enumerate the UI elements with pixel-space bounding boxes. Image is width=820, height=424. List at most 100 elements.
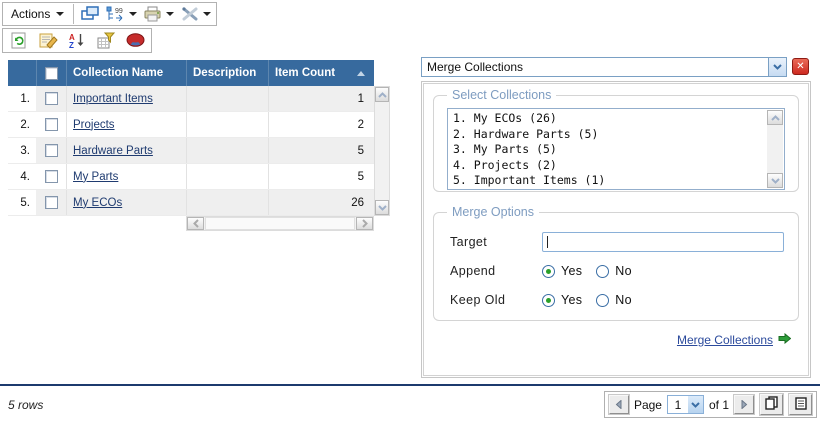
main-toolbar: Actions 99 [2, 2, 217, 26]
target-input[interactable] [542, 232, 784, 252]
listbox-item[interactable]: 1. My ECOs (26) [453, 111, 762, 127]
close-icon[interactable]: ✕ [792, 58, 809, 75]
page-number-select[interactable]: 1 [667, 395, 704, 414]
yes-label: Yes [561, 293, 582, 307]
numbered-hierarchy-icon: 99 [106, 5, 126, 23]
printer-icon [143, 5, 163, 23]
chevron-down-icon [56, 12, 64, 16]
tools-button[interactable] [180, 5, 211, 23]
collections-listbox[interactable]: 1. My ECOs (26) 2. Hardware Parts (5) 3.… [447, 108, 785, 190]
merge-collections-link[interactable]: Merge Collections [677, 333, 773, 347]
item-count-cell: 5 [268, 164, 374, 189]
sort-icon[interactable]: AZ [67, 32, 87, 50]
previous-page-button[interactable] [609, 395, 629, 414]
new-window-icon[interactable] [80, 5, 100, 23]
refresh-icon[interactable] [9, 32, 29, 50]
green-arrow-right-icon [778, 333, 791, 347]
row-checkbox[interactable] [45, 118, 58, 131]
collection-name-link[interactable]: My ECOs [73, 197, 122, 209]
target-row: Target [450, 232, 784, 252]
collections-table: Collection Name Description Item Count 1… [8, 60, 390, 216]
page-label: Page [634, 398, 662, 412]
collection-name-header[interactable]: Collection Name [66, 60, 186, 86]
page-total-label: of 1 [709, 398, 729, 412]
table-header-row: Collection Name Description Item Count [8, 60, 374, 86]
yes-label: Yes [561, 264, 582, 278]
panel-title: Merge Collections [422, 60, 768, 74]
row-number: 3. [8, 138, 36, 163]
append-yes-radio[interactable] [542, 265, 555, 278]
collection-name-link[interactable]: Hardware Parts [73, 145, 153, 157]
description-header[interactable]: Description [186, 60, 268, 86]
collection-name-link[interactable]: My Parts [73, 171, 118, 183]
document-icon [795, 397, 807, 413]
collection-name-link[interactable]: Projects [73, 119, 115, 131]
item-count-cell: 1 [268, 86, 374, 111]
filter-icon[interactable] [96, 32, 116, 50]
listbox-item[interactable]: 5. Important Items (1) [453, 173, 762, 189]
svg-text:99: 99 [115, 8, 123, 15]
pagination-bar: Page 1 of 1 [604, 391, 817, 418]
print-button[interactable] [143, 5, 174, 23]
scroll-up-icon[interactable] [375, 87, 389, 102]
multi-pane-view-button[interactable] [760, 394, 783, 415]
append-label: Append [450, 264, 542, 278]
sort-ascending-icon [357, 71, 365, 76]
panel-mode-select[interactable]: Merge Collections [421, 57, 787, 77]
bulk-change-button[interactable]: 99 [106, 5, 137, 23]
edit-icon[interactable] [38, 32, 58, 50]
description-cell [186, 112, 268, 137]
select-all-checkbox[interactable] [45, 67, 58, 80]
single-pane-view-button[interactable] [789, 394, 812, 415]
table-vertical-scrollbar[interactable] [374, 86, 390, 216]
listbox-item[interactable]: 2. Hardware Parts (5) [453, 127, 762, 143]
description-cell [186, 190, 268, 215]
scroll-up-icon[interactable] [767, 110, 783, 125]
scroll-right-icon[interactable] [356, 217, 373, 230]
table-horizontal-scrollbar[interactable] [186, 216, 374, 231]
description-cell [186, 138, 268, 163]
toolbar-divider [73, 4, 74, 24]
select-collections-fieldset: Select Collections 1. My ECOs (26) 2. Ha… [433, 88, 799, 192]
footer-divider [0, 384, 820, 386]
row-checkbox[interactable] [45, 92, 58, 105]
merge-action-row: Merge Collections [433, 333, 791, 347]
row-checkbox[interactable] [45, 170, 58, 183]
page-number-value: 1 [668, 398, 688, 412]
description-cell [186, 86, 268, 111]
actions-menu-button[interactable]: Actions [8, 7, 67, 21]
chevron-down-icon [203, 12, 211, 16]
scroll-left-icon[interactable] [187, 217, 204, 230]
keep-old-row: Keep Old Yes No [450, 290, 784, 310]
row-checkbox[interactable] [45, 196, 58, 209]
chart-sphere-icon[interactable] [125, 32, 145, 50]
target-label: Target [450, 235, 542, 249]
keep-old-yes-radio[interactable] [542, 294, 555, 307]
chevron-down-icon [129, 12, 137, 16]
item-count-header[interactable]: Item Count [268, 60, 374, 86]
row-checkbox[interactable] [45, 144, 58, 157]
row-number: 5. [8, 190, 36, 215]
listbox-item[interactable]: 4. Projects (2) [453, 158, 762, 174]
keep-old-no-radio[interactable] [596, 294, 609, 307]
table-row: 3. Hardware Parts 5 [8, 138, 374, 164]
row-count-label: 5 rows [8, 398, 43, 412]
next-page-button[interactable] [734, 395, 754, 414]
collection-name-link[interactable]: Important Items [73, 93, 153, 105]
listbox-item[interactable]: 3. My Parts (5) [453, 142, 762, 158]
append-no-radio[interactable] [596, 265, 609, 278]
scroll-down-icon[interactable] [375, 200, 389, 215]
chevron-down-icon[interactable] [768, 58, 786, 76]
description-cell [186, 164, 268, 189]
scrollbar-thumb[interactable] [205, 217, 355, 230]
table-row: 4. My Parts 5 [8, 164, 374, 190]
item-count-cell: 26 [268, 190, 374, 215]
chevron-down-icon [688, 396, 703, 413]
listbox-scrollbar[interactable] [767, 110, 783, 188]
text-caret [547, 236, 548, 248]
row-number: 2. [8, 112, 36, 137]
merge-collections-panel: Select Collections 1. My ECOs (26) 2. Ha… [421, 81, 811, 378]
select-collections-legend: Select Collections [447, 88, 556, 102]
scroll-down-icon[interactable] [767, 173, 783, 188]
table-row: 5. My ECOs 26 [8, 190, 374, 216]
